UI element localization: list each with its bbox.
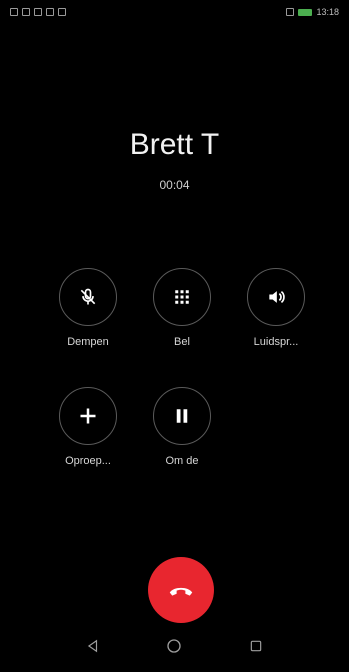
keypad-button[interactable]: [153, 268, 211, 326]
status-bar: 13:18: [0, 0, 349, 24]
hold-label: Om de: [165, 455, 199, 467]
speaker-icon: [269, 290, 285, 304]
call-icon: [34, 8, 42, 16]
add-call-button[interactable]: [59, 387, 117, 445]
nav-back-button[interactable]: [79, 632, 107, 660]
add-call-label: Oproep...: [65, 455, 111, 467]
nav-home-button[interactable]: [160, 632, 188, 660]
end-call-button[interactable]: [148, 557, 214, 623]
plus-icon: [80, 408, 96, 424]
mute-control[interactable]: Dempen: [48, 268, 128, 348]
signal-icon: [286, 8, 295, 16]
hang-up-icon: [169, 587, 193, 596]
dialpad-icon: [175, 290, 189, 304]
status-right-icons: 13:18: [286, 7, 339, 17]
pause-icon: [176, 409, 188, 423]
call-duration: 00:04: [159, 178, 190, 192]
mic-off-icon: [80, 288, 96, 305]
mute-label: Dempen: [67, 336, 109, 348]
speaker-label: Luidspr...: [253, 336, 299, 348]
keypad-control[interactable]: Bel: [142, 268, 222, 348]
caller-name: Brett T: [129, 128, 220, 161]
recents-square-icon: [250, 640, 262, 652]
navigation-bar: [0, 620, 349, 672]
battery-icon: [298, 8, 313, 16]
hold-button[interactable]: [153, 387, 211, 445]
back-triangle-icon: [87, 639, 97, 653]
home-circle-icon: [167, 639, 182, 653]
status-left-icons: [10, 8, 66, 16]
keypad-label: Bel: [174, 336, 190, 348]
play-icon: [58, 8, 66, 16]
gallery-icon: [22, 8, 30, 16]
nav-recents-button[interactable]: [242, 632, 270, 660]
mute-button[interactable]: [59, 268, 117, 326]
add-call-control[interactable]: Oproep...: [48, 387, 128, 467]
speaker-button[interactable]: [247, 268, 305, 326]
status-time: 13:18: [316, 7, 339, 17]
notification-icon: [10, 8, 18, 16]
speaker-control[interactable]: Luidspr...: [236, 268, 316, 348]
hold-control[interactable]: Om de: [142, 387, 222, 467]
message-icon: [46, 8, 54, 16]
